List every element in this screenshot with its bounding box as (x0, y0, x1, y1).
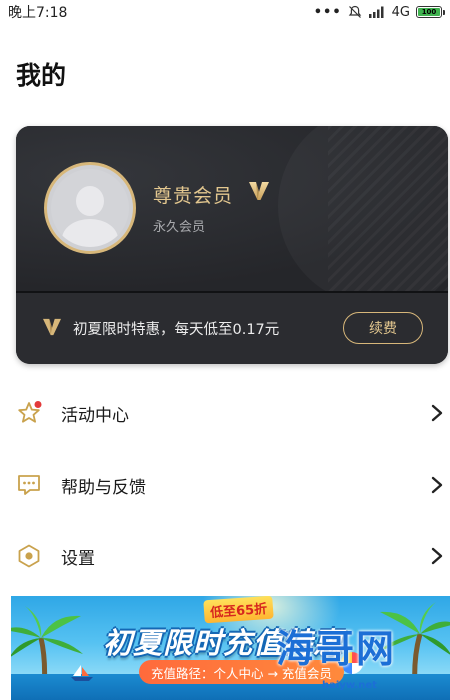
network-type: 4G (391, 4, 410, 20)
menu-label-help-feedback: 帮助与反馈 (61, 477, 146, 498)
card-decoration (328, 126, 448, 291)
site-watermark: 海哥网 (276, 626, 397, 671)
status-bar: 晚上7:18 ••• 4G 100 (0, 0, 450, 24)
site-watermark-url: haiyw.net (322, 680, 377, 691)
sailboat-icon (71, 665, 93, 681)
battery-level: 100 (418, 8, 440, 16)
battery-icon: 100 (416, 6, 445, 18)
menu-item-help-feedback[interactable]: 帮助与反馈 (0, 455, 450, 515)
mute-bell-icon (348, 5, 361, 18)
vip-v-small-icon (43, 318, 61, 336)
status-time: 晚上7:18 (8, 5, 68, 21)
avatar[interactable] (44, 162, 136, 254)
chat-bubble-icon (18, 475, 40, 495)
member-card[interactable]: 尊贵会员 永久会员 初夏限时特惠，每天低至0.17元 续费 (16, 126, 448, 364)
menu-item-activity-center[interactable]: 活动中心 (0, 383, 450, 443)
vip-v-icon (249, 182, 269, 200)
page-title: 我的 (16, 61, 67, 90)
signal-icon (368, 6, 384, 18)
settings-hexagon-icon (18, 544, 40, 568)
star-icon (18, 401, 42, 423)
member-duration: 永久会员 (153, 220, 206, 235)
avatar-placeholder-icon (51, 169, 129, 247)
menu-label-activity-center: 活动中心 (61, 405, 129, 426)
status-icons: ••• 4G 100 (313, 4, 445, 20)
chevron-right-icon (431, 404, 443, 422)
chevron-right-icon (431, 547, 443, 565)
notification-badge (34, 401, 42, 408)
renew-button[interactable]: 续费 (343, 312, 423, 344)
member-level-title: 尊贵会员 (153, 185, 234, 207)
chevron-right-icon (431, 476, 443, 494)
promo-text: 初夏限时特惠，每天低至0.17元 (73, 322, 280, 338)
menu-label-settings: 设置 (61, 548, 95, 569)
more-dots-icon: ••• (313, 4, 342, 20)
menu-item-settings[interactable]: 设置 (0, 526, 450, 586)
